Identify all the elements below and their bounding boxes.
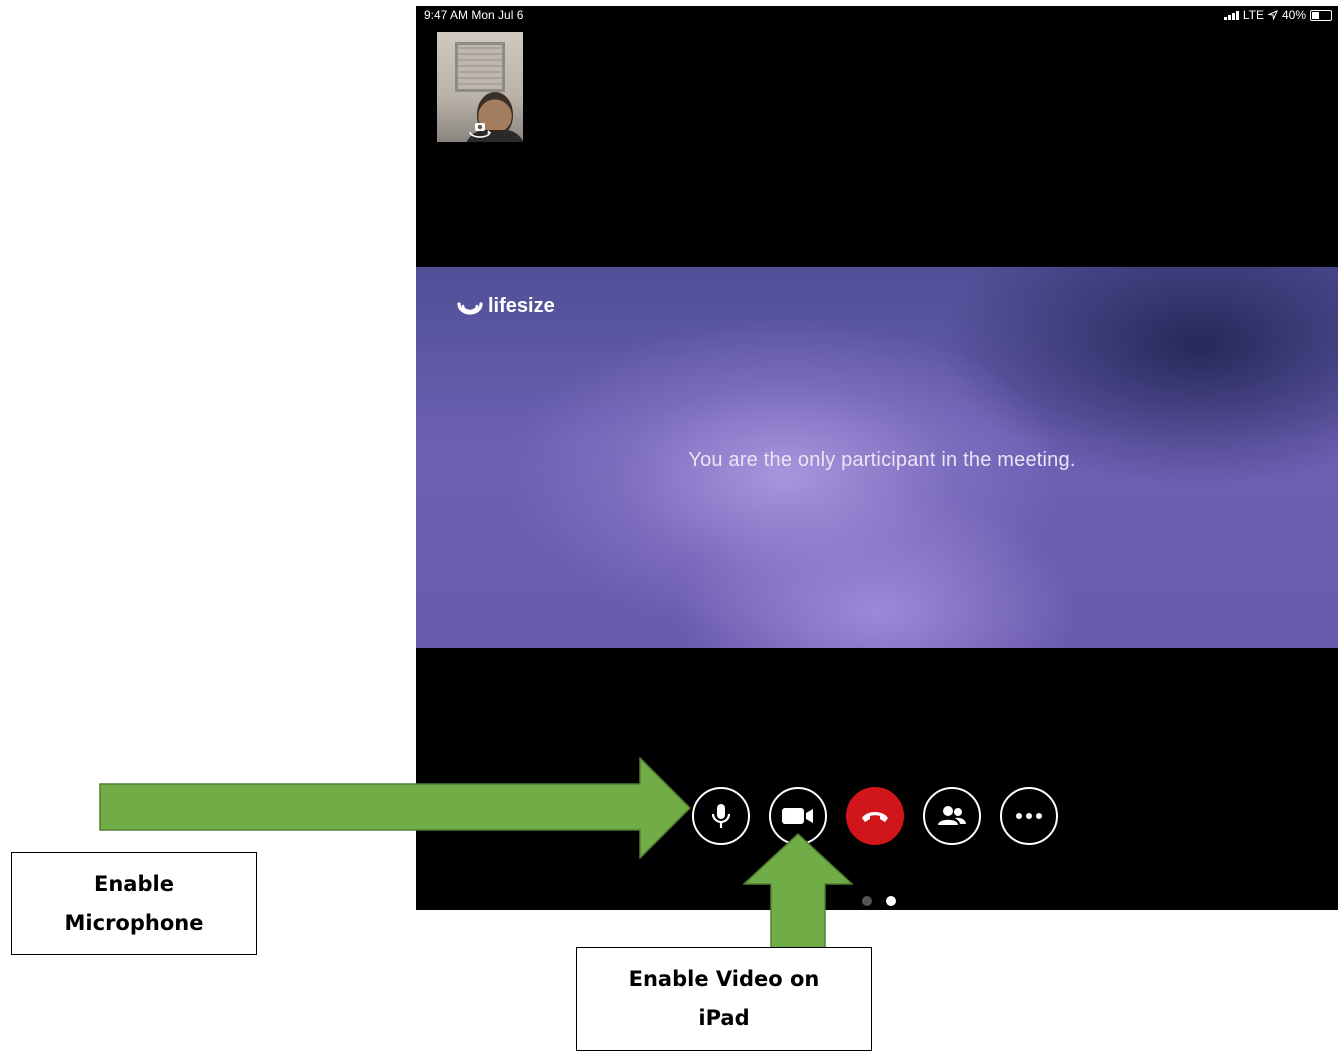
meeting-stage: lifesize You are the only participant in… (416, 267, 1338, 648)
lifesize-logo-icon (457, 301, 483, 315)
arrow-to-microphone (99, 757, 691, 859)
status-time: 9:47 AM Mon Jul 6 (424, 8, 524, 22)
participants-icon (938, 806, 966, 825)
location-icon (1267, 10, 1278, 20)
phone-hangup-icon (862, 812, 888, 822)
status-bar: 9:47 AM Mon Jul 6 LTE 40% (416, 6, 1338, 24)
camera-switch-icon[interactable] (467, 120, 493, 140)
enable-video-callout: Enable Video on iPad (576, 947, 872, 1051)
status-indicators: LTE 40% (1223, 6, 1332, 24)
page-dot[interactable] (862, 896, 872, 906)
page-indicator (862, 896, 896, 906)
signal-icon (1223, 10, 1239, 20)
microphone-button[interactable] (692, 787, 750, 845)
page-dot-active[interactable] (886, 896, 896, 906)
video-camera-icon (782, 808, 813, 824)
arrow-to-video (743, 833, 853, 949)
brand-name: lifesize (488, 295, 555, 317)
more-button[interactable] (1000, 787, 1058, 845)
callout-mic-line1: Enable (94, 871, 174, 896)
end-call-button[interactable] (846, 787, 904, 845)
battery-percent: 40% (1281, 8, 1306, 22)
lifesize-logo: lifesize (456, 295, 555, 318)
only-participant-message: You are the only participant in the meet… (688, 449, 1076, 471)
network-label: LTE (1242, 8, 1264, 22)
enable-microphone-callout: Enable Microphone (11, 852, 257, 955)
ceiling-vent (455, 42, 505, 92)
callout-mic-line2: Microphone (64, 910, 204, 935)
microphone-icon (711, 804, 731, 828)
more-icon (1016, 813, 1042, 819)
callout-video-line2: iPad (698, 1006, 750, 1030)
self-view-video[interactable] (437, 32, 523, 142)
battery-icon (1310, 9, 1332, 21)
participants-button[interactable] (923, 787, 981, 845)
callout-video-line1: Enable Video on (628, 967, 820, 991)
